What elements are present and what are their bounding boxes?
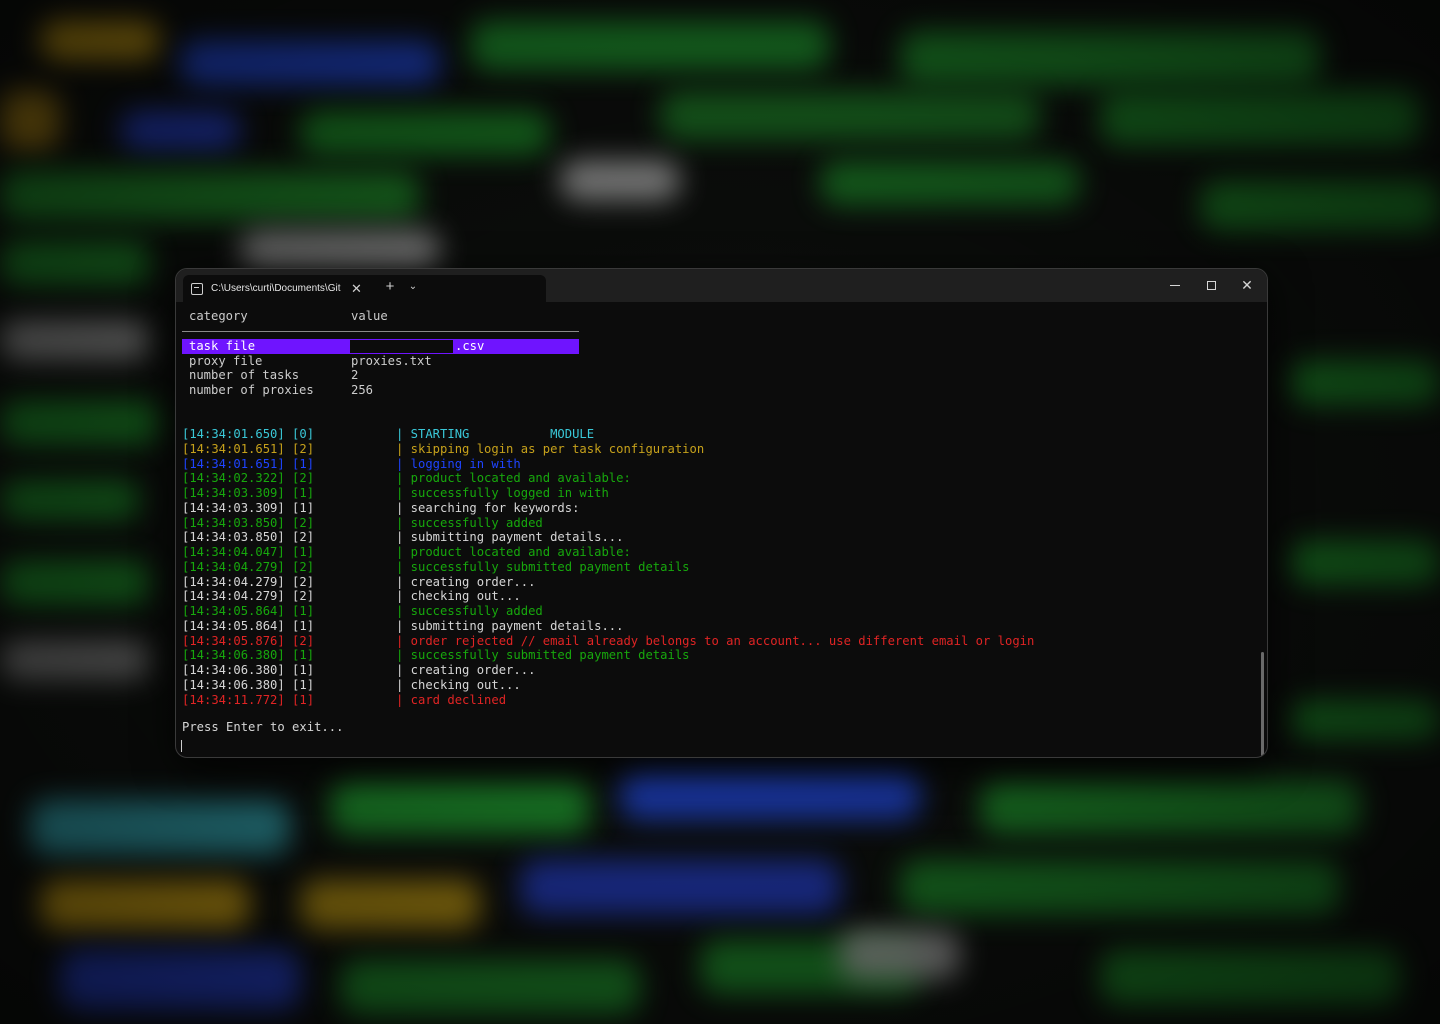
column-header-category: category [189,309,248,323]
log-timestamp: [14:34:11.772] [1] [182,692,315,707]
log-message: | product located and available: [396,545,631,559]
minimize-button[interactable] [1157,273,1193,297]
log-message: | submitting payment details... [396,618,624,633]
log-timestamp: [14:34:01.651] [1] [182,456,315,471]
minimize-icon [1170,284,1180,286]
scrollbar[interactable] [1261,652,1264,757]
log-message: | STARTING MODULE [396,427,595,441]
log-message: | product located and available: [396,471,631,486]
log-timestamp: [14:34:02.322] [2] [182,471,315,486]
log-timestamp: [14:34:06.380] [1] [182,648,315,663]
log-message: | logging in with [396,456,521,471]
terminal-tab[interactable]: C:\Users\curti\Documents\Git ✕ [183,275,546,302]
config-value: 2 [351,368,359,383]
log-timestamp: [14:34:03.850] [2] [182,530,315,545]
log-timestamp: [14:34:04.279] [2] [182,559,315,574]
log-timestamp: [14:34:03.850] [2] [182,515,315,530]
log-timestamp: [14:34:04.279] [2] [182,574,315,589]
log-timestamp: [14:34:05.864] [1] [182,604,315,618]
log-timestamp: [14:34:04.279] [2] [182,589,315,604]
log-message: | successfully logged in with [396,486,609,500]
log-message: | successfully submitted payment details [396,559,690,574]
tab-dropdown-icon[interactable]: ⌄ [404,275,422,297]
config-category: number of proxies [189,383,314,398]
log-timestamp: [14:34:01.650] [0] [182,427,315,441]
new-tab-button[interactable]: + [379,275,401,297]
text-cursor [181,740,182,752]
exit-prompt: Press Enter to exit... [182,720,344,734]
config-value: proxies.txt [351,353,432,368]
config-value: 256 [351,383,374,398]
title-bar: C:\Users\curti\Documents\Git ✕ + ⌄ ✕ [176,269,1267,302]
terminal-window: C:\Users\curti\Documents\Git ✕ + ⌄ ✕ cat… [175,268,1268,758]
close-icon: ✕ [1241,276,1253,293]
log-message: | card declined [396,692,507,707]
tab-close-icon[interactable]: ✕ [351,281,362,297]
terminal-icon [191,282,203,295]
log-timestamp: [14:34:05.864] [1] [182,618,315,633]
log-message: | searching for keywords: [396,500,580,515]
redacted-filename [350,340,453,353]
log-message: | creating order... [396,574,536,589]
log-message: | submitting payment details... [396,530,624,545]
log-timestamp: [14:34:04.047] [1] [182,545,315,559]
maximize-icon [1206,280,1216,290]
column-header-value: value [351,309,388,323]
log-message: | creating order... [396,663,536,677]
config-category: proxy file [189,353,263,368]
log-message: | successfully added [396,515,543,530]
log-message: | successfully submitted payment details [396,648,690,663]
close-window-button[interactable]: ✕ [1229,273,1265,297]
log-timestamp: [14:34:06.380] [1] [182,663,315,677]
tab-title: C:\Users\curti\Documents\Git [211,283,341,294]
config-category: number of tasks [189,368,300,383]
log-timestamp: [14:34:06.380] [1] [182,677,315,692]
log-message: | checking out... [396,589,521,604]
log-timestamp: [14:34:03.309] [1] [182,500,315,515]
log-timestamp: [14:34:03.309] [1] [182,486,315,500]
log-message: | checking out... [396,677,521,692]
config-value: .csv [455,339,485,353]
maximize-button[interactable] [1193,273,1229,297]
log-timestamp: [14:34:01.651] [2] [182,441,315,456]
config-category: task file [189,339,256,353]
log-message: | order rejected // email already belong… [396,633,1035,648]
log-message: | skipping login as per task configurati… [396,441,705,456]
log-message: | successfully added [396,604,543,618]
log-timestamp: [14:34:05.876] [2] [182,633,315,648]
header-divider [182,331,579,332]
terminal-output[interactable]: category value task file .csv proxy file pr… [176,302,1267,757]
